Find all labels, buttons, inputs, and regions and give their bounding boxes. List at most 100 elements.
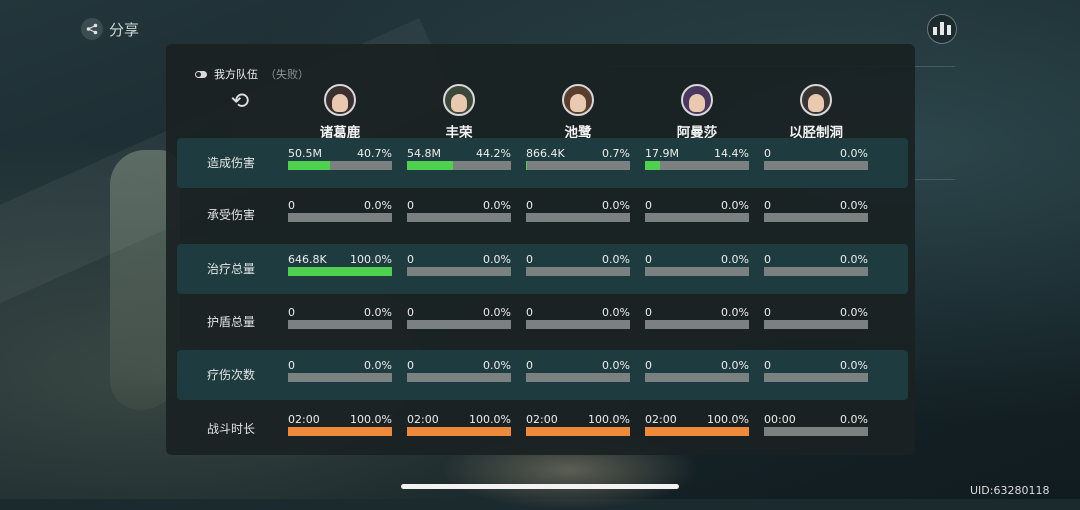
hero-avatar[interactable] bbox=[681, 84, 713, 116]
stat-percent: 100.0% bbox=[588, 413, 630, 426]
stat-percent: 0.0% bbox=[840, 413, 868, 426]
stat-bar-fill bbox=[288, 161, 331, 170]
stat-value: 0 bbox=[288, 199, 295, 212]
stat-percent: 0.0% bbox=[721, 306, 749, 319]
stat-bar-track bbox=[526, 373, 630, 382]
stat-value: 0 bbox=[764, 253, 771, 266]
stat-value: 00:00 bbox=[764, 413, 796, 426]
stat-bar-track bbox=[407, 373, 511, 382]
stat-percent: 0.0% bbox=[721, 199, 749, 212]
stat-percent: 0.0% bbox=[483, 306, 511, 319]
stat-bar-track bbox=[764, 320, 868, 329]
stat-percent: 44.2% bbox=[476, 147, 511, 160]
stat-bar-track bbox=[407, 267, 511, 276]
stat-cell: 0 0.0% bbox=[764, 359, 868, 389]
stat-percent: 0.0% bbox=[483, 199, 511, 212]
stat-bar-fill bbox=[407, 427, 511, 436]
stat-value: 0 bbox=[526, 359, 533, 372]
hero-avatar[interactable] bbox=[324, 84, 356, 116]
hero-column-header[interactable]: 诸葛鹿 bbox=[288, 84, 392, 141]
stat-value: 0 bbox=[288, 306, 295, 319]
stat-bar-track bbox=[764, 267, 868, 276]
share-icon bbox=[81, 18, 103, 40]
stat-value: 0 bbox=[526, 199, 533, 212]
stat-bar-fill bbox=[526, 427, 630, 436]
stat-percent: 0.0% bbox=[602, 306, 630, 319]
stat-value: 0 bbox=[288, 359, 295, 372]
stat-bar-track bbox=[288, 213, 392, 222]
stat-bar-track bbox=[764, 213, 868, 222]
stat-cell: 17.9M 14.4% bbox=[645, 147, 749, 177]
hero-column-header[interactable]: 阿曼莎 bbox=[645, 84, 749, 141]
stat-bar-track bbox=[407, 427, 511, 436]
share-button[interactable]: 分享 bbox=[81, 18, 139, 40]
stat-bar-track bbox=[764, 373, 868, 382]
team-label: 我方队伍 bbox=[214, 68, 258, 81]
stat-cell: 0 0.0% bbox=[288, 359, 392, 389]
hero-face bbox=[451, 94, 467, 112]
stat-value: 0 bbox=[645, 199, 652, 212]
stat-percent: 40.7% bbox=[357, 147, 392, 160]
hero-column-header[interactable]: 池鹭 bbox=[526, 84, 630, 141]
hero-face bbox=[570, 94, 586, 112]
stat-value: 0 bbox=[645, 359, 652, 372]
stats-button[interactable] bbox=[927, 14, 957, 44]
stat-bar-track bbox=[526, 161, 630, 170]
stat-bar-track bbox=[407, 320, 511, 329]
stat-bar-track bbox=[764, 161, 868, 170]
stat-value: 02:00 bbox=[288, 413, 320, 426]
stat-percent: 100.0% bbox=[350, 413, 392, 426]
stat-percent: 0.0% bbox=[721, 253, 749, 266]
hero-avatar[interactable] bbox=[562, 84, 594, 116]
stat-bar-track bbox=[645, 320, 749, 329]
stat-percent: 0.0% bbox=[840, 147, 868, 160]
stat-value: 0 bbox=[764, 199, 771, 212]
stat-bar-track bbox=[645, 213, 749, 222]
stat-row: 护盾总量 0 0.0% 0 0.0% 0 0.0% 0 0.0% 0 0.0% bbox=[177, 297, 908, 347]
stat-cell: 50.5M 40.7% bbox=[288, 147, 392, 177]
stat-cell: 0 0.0% bbox=[288, 199, 392, 229]
stat-row-label: 承受伤害 bbox=[207, 208, 256, 222]
stat-percent: 0.0% bbox=[602, 253, 630, 266]
hero-avatar[interactable] bbox=[800, 84, 832, 116]
stat-percent: 0.0% bbox=[364, 359, 392, 372]
stat-bar-track bbox=[288, 161, 392, 170]
stat-bar-track bbox=[526, 427, 630, 436]
refresh-icon[interactable]: ⟲ bbox=[228, 90, 252, 114]
stat-percent: 0.0% bbox=[364, 306, 392, 319]
stat-value: 0 bbox=[407, 199, 414, 212]
stat-percent: 0.0% bbox=[483, 359, 511, 372]
stat-percent: 0.0% bbox=[840, 306, 868, 319]
stat-value: 0 bbox=[407, 359, 414, 372]
stat-row: 造成伤害 50.5M 40.7% 54.8M 44.2% 866.4K 0.7% 17.9M 1… bbox=[177, 138, 908, 188]
hero-column-header[interactable]: 丰荣 bbox=[407, 84, 511, 141]
team-toggle-icon[interactable] bbox=[195, 70, 207, 78]
stat-value: 0 bbox=[645, 253, 652, 266]
stat-value: 17.9M bbox=[645, 147, 679, 160]
hero-face bbox=[808, 94, 824, 112]
stat-cell: 0 0.0% bbox=[645, 199, 749, 229]
stat-value: 02:00 bbox=[645, 413, 677, 426]
stat-cell: 0 0.0% bbox=[288, 306, 392, 336]
stat-row: 承受伤害 0 0.0% 0 0.0% 0 0.0% 0 0.0% 0 0.0% bbox=[177, 190, 908, 240]
stat-cell: 0 0.0% bbox=[526, 253, 630, 283]
stat-cell: 0 0.0% bbox=[526, 306, 630, 336]
stat-value: 0 bbox=[764, 147, 771, 160]
stat-value: 0 bbox=[526, 253, 533, 266]
stat-cell: 0 0.0% bbox=[764, 147, 868, 177]
hero-face bbox=[332, 94, 348, 112]
stat-value: 866.4K bbox=[526, 147, 565, 160]
stat-bar-fill bbox=[407, 161, 453, 170]
hero-avatar[interactable] bbox=[443, 84, 475, 116]
stat-cell: 02:00 100.0% bbox=[407, 413, 511, 443]
stat-bar-track bbox=[407, 161, 511, 170]
stat-row: 疗伤次数 0 0.0% 0 0.0% 0 0.0% 0 0.0% 0 0.0% bbox=[177, 350, 908, 400]
stat-cell: 0 0.0% bbox=[645, 253, 749, 283]
home-indicator[interactable] bbox=[401, 484, 679, 489]
stat-cell: 02:00 100.0% bbox=[526, 413, 630, 443]
stat-bar-fill bbox=[526, 161, 527, 170]
bar-chart-icon-bar bbox=[940, 22, 944, 35]
stat-percent: 0.0% bbox=[483, 253, 511, 266]
stat-percent: 0.0% bbox=[364, 199, 392, 212]
hero-column-header[interactable]: 以胫制洞 bbox=[764, 84, 868, 141]
